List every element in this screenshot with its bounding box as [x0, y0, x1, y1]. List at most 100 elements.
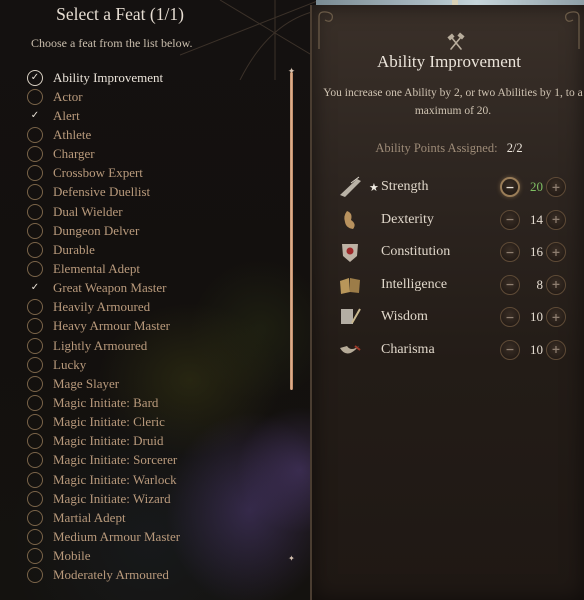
checkmark-icon[interactable]: ✓	[27, 280, 43, 296]
ability-name: Charisma	[381, 341, 435, 357]
feat-item[interactable]: Lucky	[27, 355, 277, 374]
increase-intelligence-button[interactable]: +	[546, 274, 566, 295]
radio-empty-icon[interactable]	[27, 88, 43, 105]
feat-list-scrollbar[interactable]	[290, 72, 293, 390]
radio-empty-icon[interactable]	[27, 490, 43, 507]
decrease-intelligence-button[interactable]: −	[500, 274, 520, 295]
feat-item[interactable]: Heavy Armour Master	[27, 317, 277, 336]
crossed-hammers-icon	[446, 32, 466, 52]
increase-dexterity-button[interactable]: +	[546, 209, 566, 230]
feat-item[interactable]: Dungeon Delver	[27, 221, 277, 240]
feat-label: Martial Adept	[53, 509, 126, 525]
feat-label: Medium Armour Master	[53, 528, 181, 544]
radio-empty-icon[interactable]	[27, 375, 43, 392]
feat-label: Athlete	[53, 126, 92, 142]
radio-empty-icon[interactable]	[27, 414, 43, 431]
feat-panel-subtitle: Choose a feat from the list below.	[31, 36, 193, 50]
increase-strength-button[interactable]: +	[546, 177, 566, 198]
decrease-wisdom-button[interactable]: −	[500, 307, 520, 328]
feat-label: Charger	[53, 146, 95, 162]
feat-item[interactable]: Mobile	[27, 547, 277, 566]
radio-empty-icon[interactable]	[27, 471, 43, 488]
radio-empty-icon[interactable]	[27, 509, 43, 526]
ability-row-intelligence: Intelligence −8 +	[337, 269, 577, 302]
feat-item[interactable]: Lightly Armoured	[27, 336, 277, 355]
feat-item[interactable]: Charger	[27, 145, 277, 164]
feat-item[interactable]: Athlete	[27, 125, 277, 144]
feat-label: Actor	[53, 88, 83, 104]
feat-item[interactable]: ✓ Great Weapon Master	[27, 279, 277, 298]
increase-constitution-button[interactable]: +	[546, 242, 566, 263]
feat-item[interactable]: Martial Adept	[27, 508, 277, 527]
radio-empty-icon[interactable]	[27, 356, 43, 373]
ability-row-constitution: Constitution −16 +	[337, 236, 577, 269]
radio-empty-icon[interactable]	[27, 165, 43, 182]
star-icon: ★	[369, 180, 379, 194]
feat-label: Magic Initiate: Druid	[53, 433, 164, 449]
feat-item[interactable]: Durable	[27, 240, 277, 259]
radio-empty-icon[interactable]	[27, 318, 43, 335]
feat-item[interactable]: Magic Initiate: Sorcerer	[27, 451, 277, 470]
feat-item[interactable]: Magic Initiate: Warlock	[27, 470, 277, 489]
radio-empty-icon[interactable]	[27, 184, 43, 201]
radio-empty-icon[interactable]	[27, 567, 43, 584]
feat-item[interactable]: Moderately Armoured	[27, 566, 277, 585]
feat-item[interactable]: Magic Initiate: Wizard	[27, 489, 277, 508]
feat-label: Heavy Armour Master	[53, 318, 170, 334]
feat-item[interactable]: Elemental Adept	[27, 259, 277, 278]
radio-empty-icon[interactable]	[27, 203, 43, 220]
ability-row-charisma: Charisma −10 +	[337, 334, 577, 367]
increase-charisma-button[interactable]: +	[546, 339, 566, 360]
radio-empty-icon[interactable]	[27, 146, 43, 163]
feat-item[interactable]: Magic Initiate: Bard	[27, 393, 277, 412]
radio-empty-icon[interactable]	[27, 299, 43, 316]
radio-empty-icon[interactable]	[27, 433, 43, 450]
ability-score: 8	[536, 276, 544, 292]
decrease-strength-button[interactable]: −	[500, 177, 520, 198]
decrease-charisma-button[interactable]: −	[500, 339, 520, 360]
feat-item[interactable]: Magic Initiate: Druid	[27, 432, 277, 451]
feat-panel-title: Select a Feat (1/1)	[56, 4, 184, 24]
radio-empty-icon[interactable]	[27, 126, 43, 143]
feat-label: Magic Initiate: Sorcerer	[53, 452, 178, 468]
radio-empty-icon[interactable]	[27, 394, 43, 411]
feat-item[interactable]: Medium Armour Master	[27, 527, 277, 546]
decrease-constitution-button[interactable]: −	[500, 242, 520, 263]
feat-detail-panel: Ability Improvement You increase one Abi…	[310, 5, 584, 600]
radio-empty-icon[interactable]	[27, 528, 43, 545]
decrease-dexterity-button[interactable]: −	[500, 209, 520, 230]
radio-empty-icon[interactable]	[27, 452, 43, 469]
feat-label: Magic Initiate: Warlock	[53, 471, 177, 487]
checkmark-icon[interactable]: ✓	[27, 108, 43, 124]
scroll-down-cap-icon[interactable]: ✦	[287, 554, 296, 563]
feat-item[interactable]: Heavily Armoured	[27, 298, 277, 317]
feat-label: Heavily Armoured	[53, 299, 151, 315]
radio-empty-icon[interactable]	[27, 337, 43, 354]
feat-item[interactable]: Defensive Duellist	[27, 183, 277, 202]
feat-item[interactable]: Dual Wielder	[27, 202, 277, 221]
detail-description: You increase one Ability by 2, or two Ab…	[323, 87, 583, 117]
ability-name: Wisdom	[381, 309, 428, 325]
radio-empty-icon[interactable]	[27, 260, 43, 277]
radio-empty-icon[interactable]	[27, 241, 43, 258]
radio-empty-icon[interactable]	[27, 222, 43, 239]
feat-list: ✓ Ability Improvement Actor ✓ Alert Athlete Ch…	[27, 68, 277, 585]
feat-label: Magic Initiate: Cleric	[53, 414, 165, 430]
feat-item[interactable]: ✓ Ability Improvement	[27, 68, 277, 87]
increase-wisdom-button[interactable]: +	[546, 307, 566, 328]
radio-empty-icon[interactable]	[27, 548, 43, 565]
feat-label: Dungeon Delver	[53, 222, 140, 238]
feat-item[interactable]: Actor	[27, 87, 277, 106]
feat-item[interactable]: Mage Slayer	[27, 374, 277, 393]
ability-stepper: −16 +	[500, 242, 566, 263]
corner-ornament	[316, 9, 342, 49]
radio-selected-check-icon[interactable]: ✓	[27, 69, 43, 86]
dexterity-icon	[337, 208, 363, 232]
feat-item[interactable]: Magic Initiate: Cleric	[27, 413, 277, 432]
feat-label: Mobile	[53, 548, 91, 564]
ability-score: 20	[530, 179, 543, 195]
feat-label: Mage Slayer	[53, 375, 120, 391]
ability-stepper: −10 +	[500, 307, 566, 328]
feat-item[interactable]: ✓ Alert	[27, 106, 277, 125]
feat-item[interactable]: Crossbow Expert	[27, 164, 277, 183]
